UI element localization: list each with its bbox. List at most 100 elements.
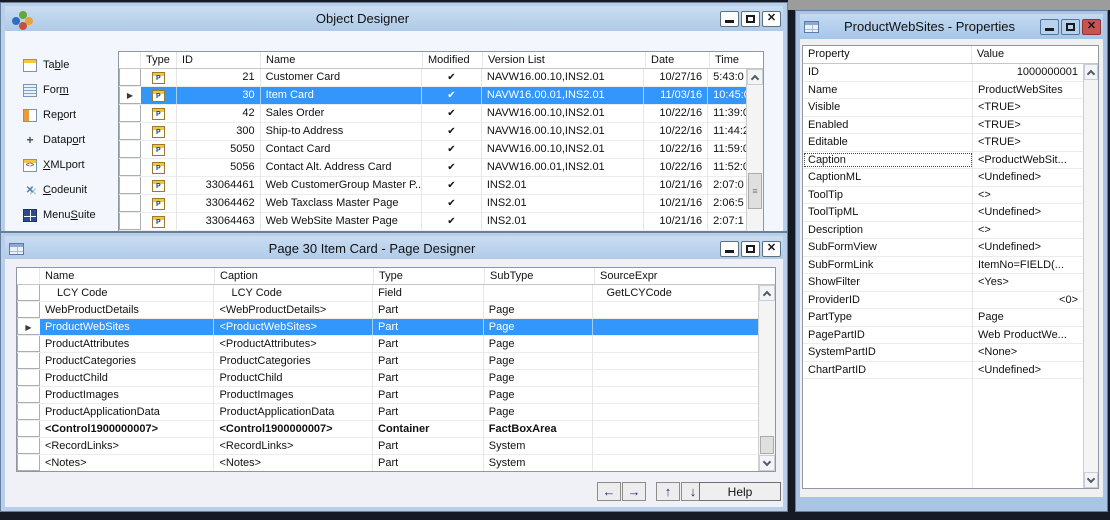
sourceexpr-cell[interactable] <box>593 336 758 352</box>
property-value-cell[interactable]: <TRUE> <box>973 99 1083 116</box>
property-value-cell[interactable]: ItemNo=FIELD(... <box>973 257 1083 274</box>
subtype-cell[interactable] <box>484 285 594 301</box>
version-cell[interactable]: NAVW16.00.01,INS2.01 <box>482 87 644 104</box>
sidebar-item-menusuite[interactable]: MenuSuite <box>23 205 96 225</box>
row-marker[interactable] <box>17 302 40 318</box>
time-cell[interactable]: 5:43:0 <box>708 69 746 86</box>
control-row[interactable]: ProductChildProductChildPartPage <box>17 370 758 387</box>
minimize-button[interactable] <box>1040 19 1059 35</box>
type-cell[interactable]: Part <box>373 387 484 403</box>
control-row[interactable]: ProductApplicationDataProductApplication… <box>17 404 758 421</box>
maximize-button[interactable] <box>1061 19 1080 35</box>
name-cell[interactable]: Sales Order <box>261 105 422 122</box>
name-cell[interactable]: Web Taxclass Master Page <box>261 195 422 212</box>
maximize-button[interactable] <box>741 11 760 27</box>
id-cell[interactable]: 30 <box>177 87 261 104</box>
id-cell[interactable]: 33064462 <box>177 195 261 212</box>
property-row[interactable]: PagePartIDWeb ProductWe... <box>803 327 1083 345</box>
version-cell[interactable]: NAVW16.00.10,INS2.01 <box>482 123 644 140</box>
name-cell[interactable]: Ship-to Address <box>261 123 422 140</box>
caption-cell[interactable]: ProductChild <box>214 370 373 386</box>
id-cell[interactable]: 33064461 <box>177 177 261 194</box>
type-cell[interactable]: Field <box>373 285 484 301</box>
time-cell[interactable]: 11:39:0 <box>708 105 746 122</box>
name-cell[interactable]: <Control1900000007> <box>40 421 215 437</box>
object-designer-titlebar[interactable]: Object Designer ✕ <box>5 6 783 31</box>
property-row[interactable]: SubFormView<Undefined> <box>803 239 1083 257</box>
caption-cell[interactable]: <ProductWebSites> <box>214 319 373 335</box>
row-marker[interactable] <box>17 438 40 454</box>
property-value-cell[interactable]: <Undefined> <box>973 239 1083 256</box>
property-value-cell[interactable]: <> <box>973 222 1083 239</box>
subtype-cell[interactable]: System <box>484 438 594 454</box>
type-cell[interactable]: P <box>141 141 177 158</box>
name-cell[interactable]: ProductAttributes <box>40 336 215 352</box>
property-row[interactable]: SubFormLinkItemNo=FIELD(... <box>803 257 1083 275</box>
time-cell[interactable]: 2:07:0 <box>708 177 746 194</box>
property-row[interactable]: ChartPartID<Undefined> <box>803 362 1083 380</box>
property-value-cell[interactable]: <TRUE> <box>973 117 1083 134</box>
property-row[interactable]: SystemPartID<None> <box>803 344 1083 362</box>
scroll-down-button[interactable] <box>1084 472 1098 488</box>
id-cell[interactable]: 21 <box>177 69 261 86</box>
type-cell[interactable]: Part <box>373 455 484 471</box>
name-cell[interactable]: ProductChild <box>40 370 215 386</box>
property-value-cell[interactable]: <Yes> <box>973 274 1083 291</box>
property-name-cell[interactable]: CaptionML <box>803 169 973 186</box>
row-marker[interactable] <box>119 69 141 86</box>
sidebar-item-form[interactable]: Form <box>23 80 69 100</box>
property-row[interactable]: Caption<ProductWebSit... <box>803 152 1083 170</box>
property-name-cell[interactable]: ShowFilter <box>803 274 973 291</box>
modified-cell[interactable]: ✔ <box>422 213 482 230</box>
sidebar-item-table[interactable]: Table <box>23 55 69 75</box>
property-row[interactable]: ProviderID<0> <box>803 292 1083 310</box>
property-name-cell[interactable]: Caption <box>803 152 973 169</box>
sourceexpr-cell[interactable] <box>593 370 758 386</box>
object-list-scrollbar[interactable]: ≡ <box>746 69 763 232</box>
property-value-cell[interactable]: <TRUE> <box>973 134 1083 151</box>
caption-cell[interactable]: <Notes> <box>214 455 373 471</box>
property-value-cell[interactable]: <Undefined> <box>973 362 1083 379</box>
property-row[interactable]: ToolTip<> <box>803 187 1083 205</box>
version-cell[interactable]: NAVW16.00.10,INS2.01 <box>482 105 644 122</box>
type-cell[interactable]: P <box>141 105 177 122</box>
modified-cell[interactable]: ✔ <box>422 87 482 104</box>
date-cell[interactable]: 10/22/16 <box>644 123 708 140</box>
caption-cell[interactable]: LCY Code <box>214 285 373 301</box>
caption-cell[interactable]: ProductCategories <box>214 353 373 369</box>
name-cell[interactable]: Item Card <box>261 87 422 104</box>
control-row[interactable]: ProductCategoriesProductCategoriesPartPa… <box>17 353 758 370</box>
date-cell[interactable]: 10/21/16 <box>644 195 708 212</box>
page-controls-scrollbar[interactable] <box>758 285 775 471</box>
property-row[interactable]: Enabled<TRUE> <box>803 117 1083 135</box>
control-row[interactable]: ProductAttributes<ProductAttributes>Part… <box>17 336 758 353</box>
modified-cell[interactable]: ✔ <box>422 69 482 86</box>
help-button[interactable]: Help <box>699 482 781 501</box>
property-name-cell[interactable]: ID <box>803 64 973 81</box>
property-name-cell[interactable]: PagePartID <box>803 327 973 344</box>
version-cell[interactable]: NAVW16.00.01,INS2.01 <box>482 159 644 176</box>
name-cell[interactable]: Contact Card <box>261 141 422 158</box>
property-row[interactable]: ToolTipML<Undefined> <box>803 204 1083 222</box>
property-value-cell[interactable]: <Undefined> <box>973 204 1083 221</box>
modified-cell[interactable]: ✔ <box>422 159 482 176</box>
properties-scrollbar[interactable] <box>1083 64 1098 488</box>
caption-cell[interactable]: <WebProductDetails> <box>214 302 373 318</box>
scroll-up-button[interactable] <box>1084 64 1098 80</box>
scroll-down-button[interactable] <box>759 455 775 471</box>
property-name-cell[interactable]: SubFormLink <box>803 257 973 274</box>
date-cell[interactable]: 10/21/16 <box>644 213 708 230</box>
type-cell[interactable]: Part <box>373 353 484 369</box>
object-row[interactable]: P5056Contact Alt. Address Card✔NAVW16.00… <box>119 159 746 177</box>
minimize-button[interactable] <box>720 11 739 27</box>
object-row[interactable]: P33064463Web WebSite Master Page✔INS2.01… <box>119 213 746 231</box>
name-cell[interactable]: <RecordLinks> <box>40 438 215 454</box>
object-row[interactable]: ▶P30Item Card✔NAVW16.00.01,INS2.0111/03/… <box>119 87 746 105</box>
caption-cell[interactable]: ProductImages <box>214 387 373 403</box>
property-name-cell[interactable]: ChartPartID <box>803 362 973 379</box>
sourceexpr-cell[interactable] <box>593 353 758 369</box>
row-marker[interactable] <box>17 455 40 471</box>
row-marker[interactable] <box>17 370 40 386</box>
id-cell[interactable]: 5056 <box>177 159 261 176</box>
property-name-cell[interactable]: ToolTip <box>803 187 973 204</box>
